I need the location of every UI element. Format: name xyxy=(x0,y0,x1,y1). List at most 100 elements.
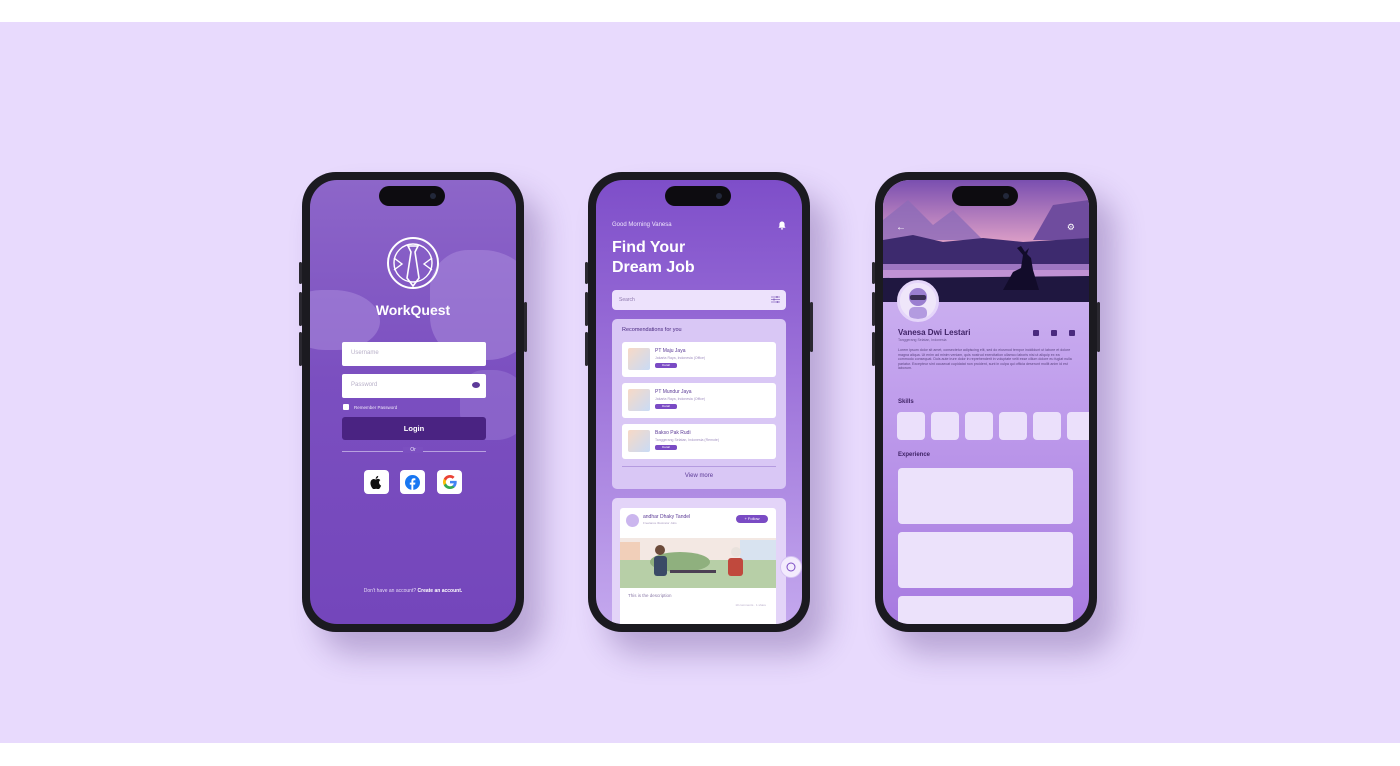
apple-login-button[interactable] xyxy=(364,470,389,494)
headline-line-1: Find Your xyxy=(612,239,686,256)
experience-card[interactable] xyxy=(898,596,1073,624)
chat-icon xyxy=(786,562,796,572)
job-location: Jakarta Raya, Indonesia (Office) xyxy=(655,397,706,401)
phone-side-button xyxy=(1097,302,1100,352)
post-description: This is the description xyxy=(628,593,672,598)
home-screen: Good Morning Vanesa Find Your Dream Job … xyxy=(596,180,802,624)
dynamic-island xyxy=(952,186,1018,206)
profile-avatar[interactable] xyxy=(897,280,939,322)
recommendations-card: Recomendations for you PT Maju Jaya Jaka… xyxy=(612,319,786,489)
profile-screen: ← ⚙ Vanesa Dwi Lestari Tanggerang Selata… xyxy=(883,180,1089,624)
login-button[interactable]: Login xyxy=(342,417,486,440)
post-illustration xyxy=(620,538,776,588)
job-location: Jakarta Raya, Indonesia (Office) xyxy=(655,356,706,360)
chat-button[interactable] xyxy=(780,556,802,578)
avatar-illustration xyxy=(900,283,936,319)
brand-title: WorkQuest xyxy=(375,302,451,318)
workquest-logo-icon xyxy=(387,237,439,289)
job-company: Bakso Pak Rudi xyxy=(655,430,691,436)
instagram-icon[interactable] xyxy=(1033,330,1039,336)
greeting-text: Good Morning Vanesa xyxy=(612,222,672,228)
experience-title: Experience xyxy=(898,452,931,458)
remember-password-row[interactable]: Remember Password xyxy=(343,404,397,410)
experience-card[interactable] xyxy=(898,532,1073,588)
notification-bell-icon[interactable] xyxy=(778,221,786,230)
phone-login-screen: WorkQuest Username Password Remember Pas… xyxy=(299,172,527,632)
post-author-subtitle: Freelance Illustrator Jobs xyxy=(643,521,677,525)
skill-tile[interactable] xyxy=(1067,412,1089,440)
recommendations-title: Recomendations for you xyxy=(622,327,682,333)
profile-contact-icons xyxy=(1033,330,1075,336)
headline: Find Your Dream Job xyxy=(612,238,695,278)
dynamic-island xyxy=(665,186,731,206)
username-placeholder: Username xyxy=(351,350,379,356)
skill-tile[interactable] xyxy=(931,412,959,440)
search-input[interactable]: Search xyxy=(612,290,786,310)
filter-icon[interactable] xyxy=(771,295,780,304)
job-detail-button[interactable]: Detail xyxy=(655,404,677,409)
create-account-link[interactable]: Create an account. xyxy=(418,588,463,594)
job-thumbnail xyxy=(628,430,650,452)
skill-tile[interactable] xyxy=(999,412,1027,440)
phone-side-button xyxy=(585,292,588,326)
job-detail-button[interactable]: Detail xyxy=(655,363,677,368)
experience-card[interactable] xyxy=(898,468,1073,524)
profile-name: Vanesa Dwi Lestari xyxy=(898,328,971,337)
phone-side-button xyxy=(585,262,588,284)
phone-home-screen: Good Morning Vanesa Find Your Dream Job … xyxy=(585,172,813,632)
apple-icon xyxy=(370,475,382,489)
login-screen: WorkQuest Username Password Remember Pas… xyxy=(310,180,516,624)
view-more-link[interactable]: View more xyxy=(612,473,786,479)
job-thumbnail xyxy=(628,389,650,411)
password-input[interactable]: Password xyxy=(342,374,486,398)
remember-checkbox[interactable] xyxy=(343,404,349,410)
job-company: PT Maju Jaya xyxy=(655,348,686,354)
settings-gear-icon[interactable]: ⚙ xyxy=(1067,222,1075,233)
presentation-background: WorkQuest Username Password Remember Pas… xyxy=(0,22,1400,743)
divider xyxy=(622,466,776,467)
signup-text: Don't have an account? xyxy=(363,588,417,594)
password-placeholder: Password xyxy=(351,382,378,388)
remember-label: Remember Password xyxy=(354,404,398,410)
phone-side-button xyxy=(810,302,813,352)
post-author-avatar[interactable] xyxy=(626,514,639,527)
show-password-icon[interactable] xyxy=(472,382,480,388)
dynamic-island xyxy=(379,186,445,206)
feed-post: andhar Dhaky Tandel Freelance Illustrato… xyxy=(620,508,776,624)
back-arrow-icon[interactable]: ← xyxy=(896,222,906,233)
google-login-button[interactable] xyxy=(437,470,462,494)
headline-line-2: Dream Job xyxy=(612,259,695,276)
skills-title: Skills xyxy=(898,399,914,405)
profile-location: Tanggerang Selatan, Indonesia xyxy=(898,338,947,342)
job-detail-button[interactable]: Detail xyxy=(655,445,677,450)
job-card[interactable]: Bakso Pak Rudi Tanggerang Selatan, Indon… xyxy=(622,424,776,459)
phone-side-button xyxy=(585,332,588,366)
username-input[interactable]: Username xyxy=(342,342,486,366)
job-card[interactable]: PT Maju Jaya Jakarta Raya, Indonesia (Of… xyxy=(622,342,776,377)
skill-tile[interactable] xyxy=(1033,412,1061,440)
post-meta: 10 comments · 1 share xyxy=(735,603,766,607)
phone-profile-screen: ← ⚙ Vanesa Dwi Lestari Tanggerang Selata… xyxy=(872,172,1100,632)
google-icon xyxy=(442,475,457,489)
facebook-login-button[interactable] xyxy=(400,470,425,494)
job-company: PT Mundur Jaya xyxy=(655,389,692,395)
phone-side-button xyxy=(872,292,875,326)
facebook-icon xyxy=(405,474,420,490)
phone-side-button xyxy=(299,262,302,284)
follow-button[interactable]: + Follow xyxy=(736,515,768,523)
phone-side-button xyxy=(299,292,302,326)
feed-post-card: andhar Dhaky Tandel Freelance Illustrato… xyxy=(612,498,786,624)
phone-side-button xyxy=(872,332,875,366)
background-shape xyxy=(310,290,380,350)
job-card[interactable]: PT Mundur Jaya Jakarta Raya, Indonesia (… xyxy=(622,383,776,418)
profile-bio: Lorem ipsum dolor sit amet, consectetur … xyxy=(898,348,1072,371)
job-thumbnail xyxy=(628,348,650,370)
signup-prompt: Don't have an account? Create an account… xyxy=(310,588,516,594)
or-label: Or xyxy=(403,447,423,453)
mail-icon[interactable] xyxy=(1051,330,1057,336)
post-author-name[interactable]: andhar Dhaky Tandel xyxy=(643,514,690,520)
website-icon[interactable] xyxy=(1069,330,1075,336)
phone-side-button xyxy=(524,302,527,352)
skill-tile[interactable] xyxy=(897,412,925,440)
skill-tile[interactable] xyxy=(965,412,993,440)
